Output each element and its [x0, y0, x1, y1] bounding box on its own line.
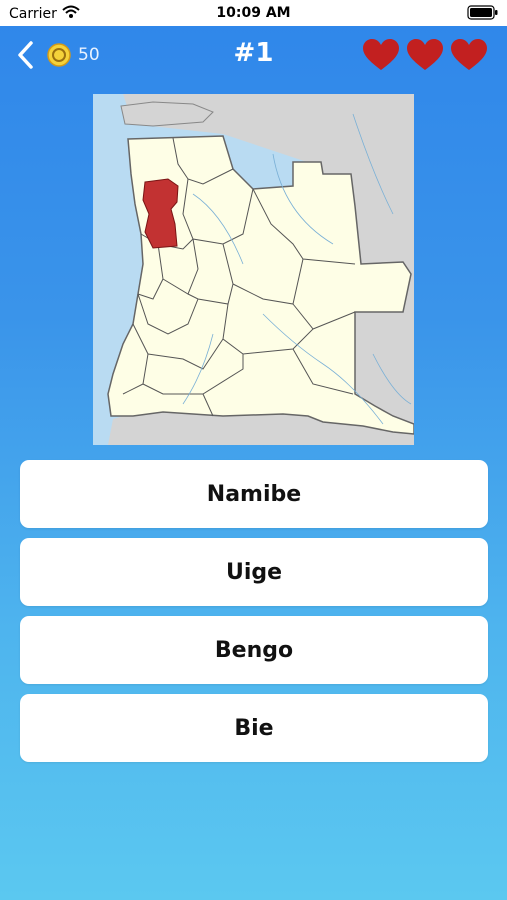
answer-list: Namibe Uige Bengo Bie	[20, 460, 488, 772]
status-time: 10:09 AM	[216, 5, 291, 21]
battery-icon	[467, 5, 499, 24]
answer-option-3[interactable]: Bengo	[20, 616, 488, 684]
answer-option-2[interactable]: Uige	[20, 538, 488, 606]
region-map	[93, 94, 414, 445]
lives-indicator	[361, 38, 489, 72]
heart-icon	[451, 39, 487, 70]
answer-option-4[interactable]: Bie	[20, 694, 488, 762]
status-bar: Carrier 10:09 AM	[0, 0, 507, 26]
nav-bar: 50 #1	[0, 26, 507, 84]
angola-map	[93, 94, 414, 445]
heart-icon	[407, 39, 443, 70]
heart-icon	[363, 39, 399, 70]
answer-option-1[interactable]: Namibe	[20, 460, 488, 528]
